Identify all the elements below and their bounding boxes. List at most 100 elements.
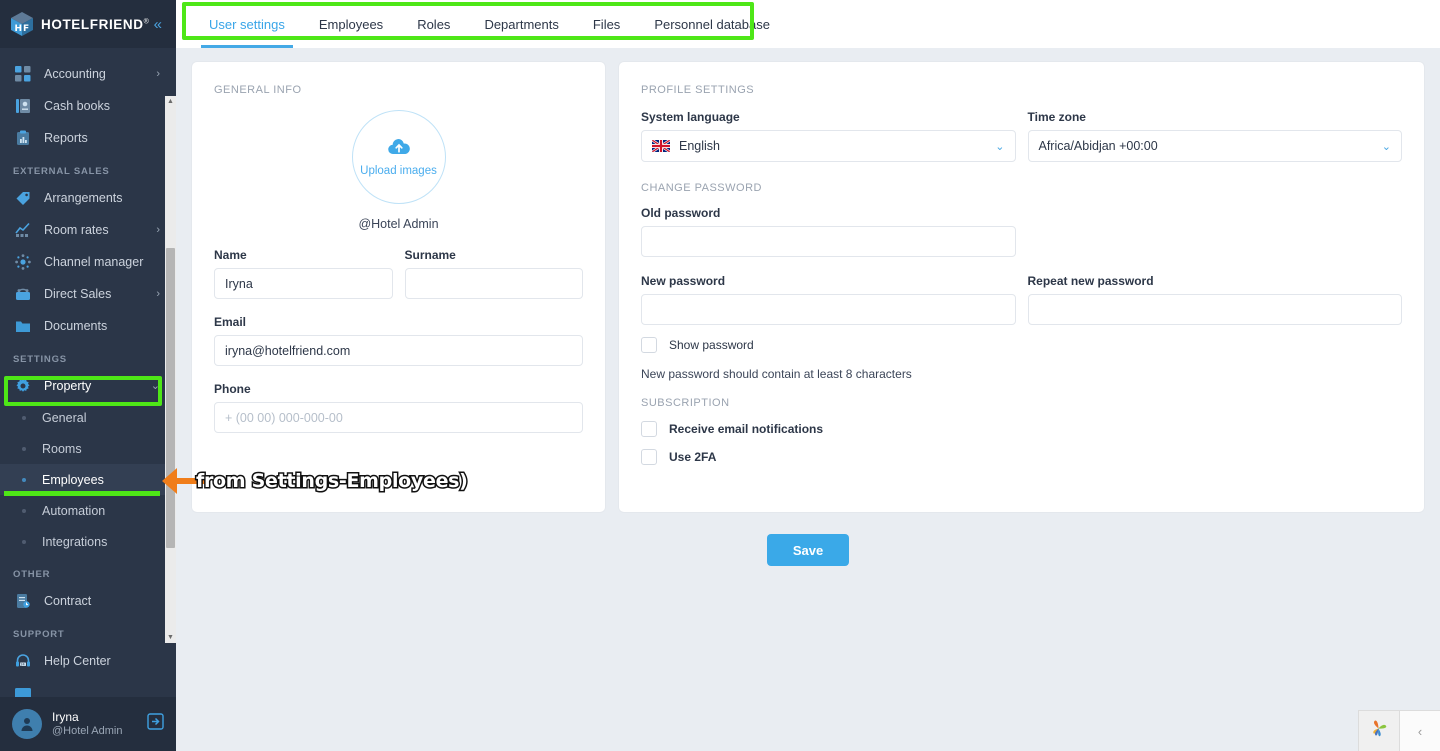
sidebar-scrollbar[interactable]: ▲ ▼ [165,96,176,643]
scroll-down-icon[interactable]: ▼ [165,632,176,643]
system-language-select[interactable]: English ⌄ [641,130,1016,162]
email-label: Email [214,315,247,329]
system-language-label: System language [641,110,740,124]
chart-up-icon [13,220,33,240]
sidebar-item-cash-books[interactable]: Cash books [0,90,176,122]
sidebar-item-automation[interactable]: Automation [0,495,176,526]
sidebar-item-room-rates[interactable]: Room rates › [0,214,176,246]
sidebar-group-settings: SETTINGS [13,354,67,365]
name-surname-row: Name Iryna Surname [214,248,583,299]
sidebar-item-label: Rooms [42,441,82,456]
user-name: Iryna [52,709,79,724]
tab-label: Files [592,16,621,32]
tab-roles[interactable]: Roles [400,0,467,48]
cash-books-icon [13,96,33,116]
sidebar-item-direct-sales[interactable]: Direct Sales › [0,278,176,310]
sidebar-item-contract[interactable]: Contract [0,585,176,617]
sidebar-item-help-center[interactable]: 24 Help Center [0,645,176,677]
sidebar-item-general[interactable]: General [0,402,176,433]
chevron-down-icon: ⌄ [1381,140,1391,153]
sidebar-item-channel-manager[interactable]: Channel manager [0,246,176,278]
svg-text:24: 24 [20,663,24,667]
show-password-checkbox-row[interactable]: Show password [641,337,1402,353]
sidebar-item-accounting[interactable]: Accounting › [0,58,176,90]
pinwheel-widget-button[interactable] [1358,710,1399,751]
phone-input[interactable]: + (00 00) 000-000-00 [214,402,583,433]
tab-files[interactable]: Files [576,0,637,48]
sidebar-item-reports[interactable]: Reports [0,122,176,154]
surname-input[interactable] [404,268,583,299]
repeat-password-group: Repeat new password [1027,274,1402,325]
chevron-left-icon: ‹ [1417,723,1423,739]
use-2fa-checkbox[interactable] [641,449,657,465]
gear-icon [13,376,33,396]
time-zone-label: Time zone [1027,110,1086,124]
name-input[interactable]: Iryna [214,268,393,299]
email-field-group: Email iryna@hotelfriend.com [214,315,583,366]
upload-images-button[interactable]: Upload images [351,110,446,204]
sidebar-user-section[interactable]: Iryna @Hotel Admin [0,697,176,751]
email-input[interactable]: iryna@hotelfriend.com [214,335,583,366]
sidebar-item-rooms[interactable]: Rooms [0,433,176,464]
svg-text:H: H [15,24,23,34]
content-area: GENERAL INFO Upload images @Hotel Admin … [176,48,1440,512]
chevron-right-icon: › [156,223,160,236]
use-2fa-label: Use 2FA [669,450,717,464]
logout-icon[interactable] [147,713,164,735]
sidebar-item-documents[interactable]: Documents [0,310,176,342]
new-password-row: New password Repeat new password [641,274,1402,325]
bullet-icon [22,446,26,451]
sidebar-item-label: General [42,410,87,425]
receive-email-notifications-checkbox[interactable] [641,421,657,437]
sidebar-item-label: Contract [44,594,92,608]
uk-flag-icon [652,140,670,152]
sidebar-item-arrangements[interactable]: Arrangements [0,182,176,214]
show-password-label: Show password [669,338,754,352]
chevron-down-icon: ⌄ [150,379,160,392]
sidebar-item-label: Reports [44,131,88,145]
old-password-group: Old password [641,206,1016,257]
bullet-icon [22,539,26,544]
folder-icon [13,316,33,336]
main-area: User settings Employees Roles Department… [176,0,1440,751]
sidebar-item-label: Cash books [44,99,111,113]
tab-bar: User settings Employees Roles Department… [176,0,1440,48]
old-password-input[interactable] [641,226,1016,257]
save-button[interactable]: Save [766,534,850,566]
use-2fa-row[interactable]: Use 2FA [641,449,1402,465]
phone-field-group: Phone + (00 00) 000-000-00 [214,382,583,433]
time-zone-select[interactable]: Africa/Abidjan +00:00 ⌄ [1027,130,1402,162]
change-password-caption: CHANGE PASSWORD [641,182,762,194]
headset-icon: 24 [13,651,33,671]
tab-user-settings[interactable]: User settings [192,0,302,48]
receive-email-notifications-row[interactable]: Receive email notifications [641,421,1402,437]
widget-collapse-button[interactable]: ‹ [1399,710,1440,751]
tab-label: User settings [209,16,285,32]
user-avatar-icon [12,709,42,739]
app-root: H F HOTELFRIEND® « Accounting › Cash boo… [0,0,1440,751]
accounting-icon [13,64,33,84]
bottom-right-widgets: ‹ [1358,710,1440,751]
tab-label: Departments [484,16,559,32]
scroll-up-icon[interactable]: ▲ [165,96,176,107]
sidebar-collapse-icon[interactable]: « [154,17,166,32]
sidebar-group-support: SUPPORT [13,629,65,640]
language-timezone-row: System language English ⌄ Time zone Afri… [641,110,1402,162]
chevron-right-icon: › [156,287,160,300]
tab-departments[interactable]: Departments [467,0,575,48]
sidebar-scrollbar-thumb[interactable] [166,248,175,548]
repeat-password-label: Repeat new password [1027,274,1154,288]
tab-label: Employees [318,16,384,32]
sidebar-item-integrations[interactable]: Integrations [0,526,176,557]
receive-email-notifications-label: Receive email notifications [669,422,824,436]
tab-personnel-database[interactable]: Personnel database [637,0,787,48]
show-password-checkbox[interactable] [641,337,657,353]
new-password-input[interactable] [641,294,1016,325]
tab-label: Roles [417,16,451,32]
sidebar-item-employees[interactable]: Employees [0,464,176,495]
sidebar-item-property[interactable]: Property ⌄ [0,370,176,402]
tab-employees[interactable]: Employees [302,0,400,48]
time-zone-group: Time zone Africa/Abidjan +00:00 ⌄ [1027,110,1402,162]
repeat-password-input[interactable] [1027,294,1402,325]
sidebar-item-ticket-support-partial[interactable] [0,677,176,697]
